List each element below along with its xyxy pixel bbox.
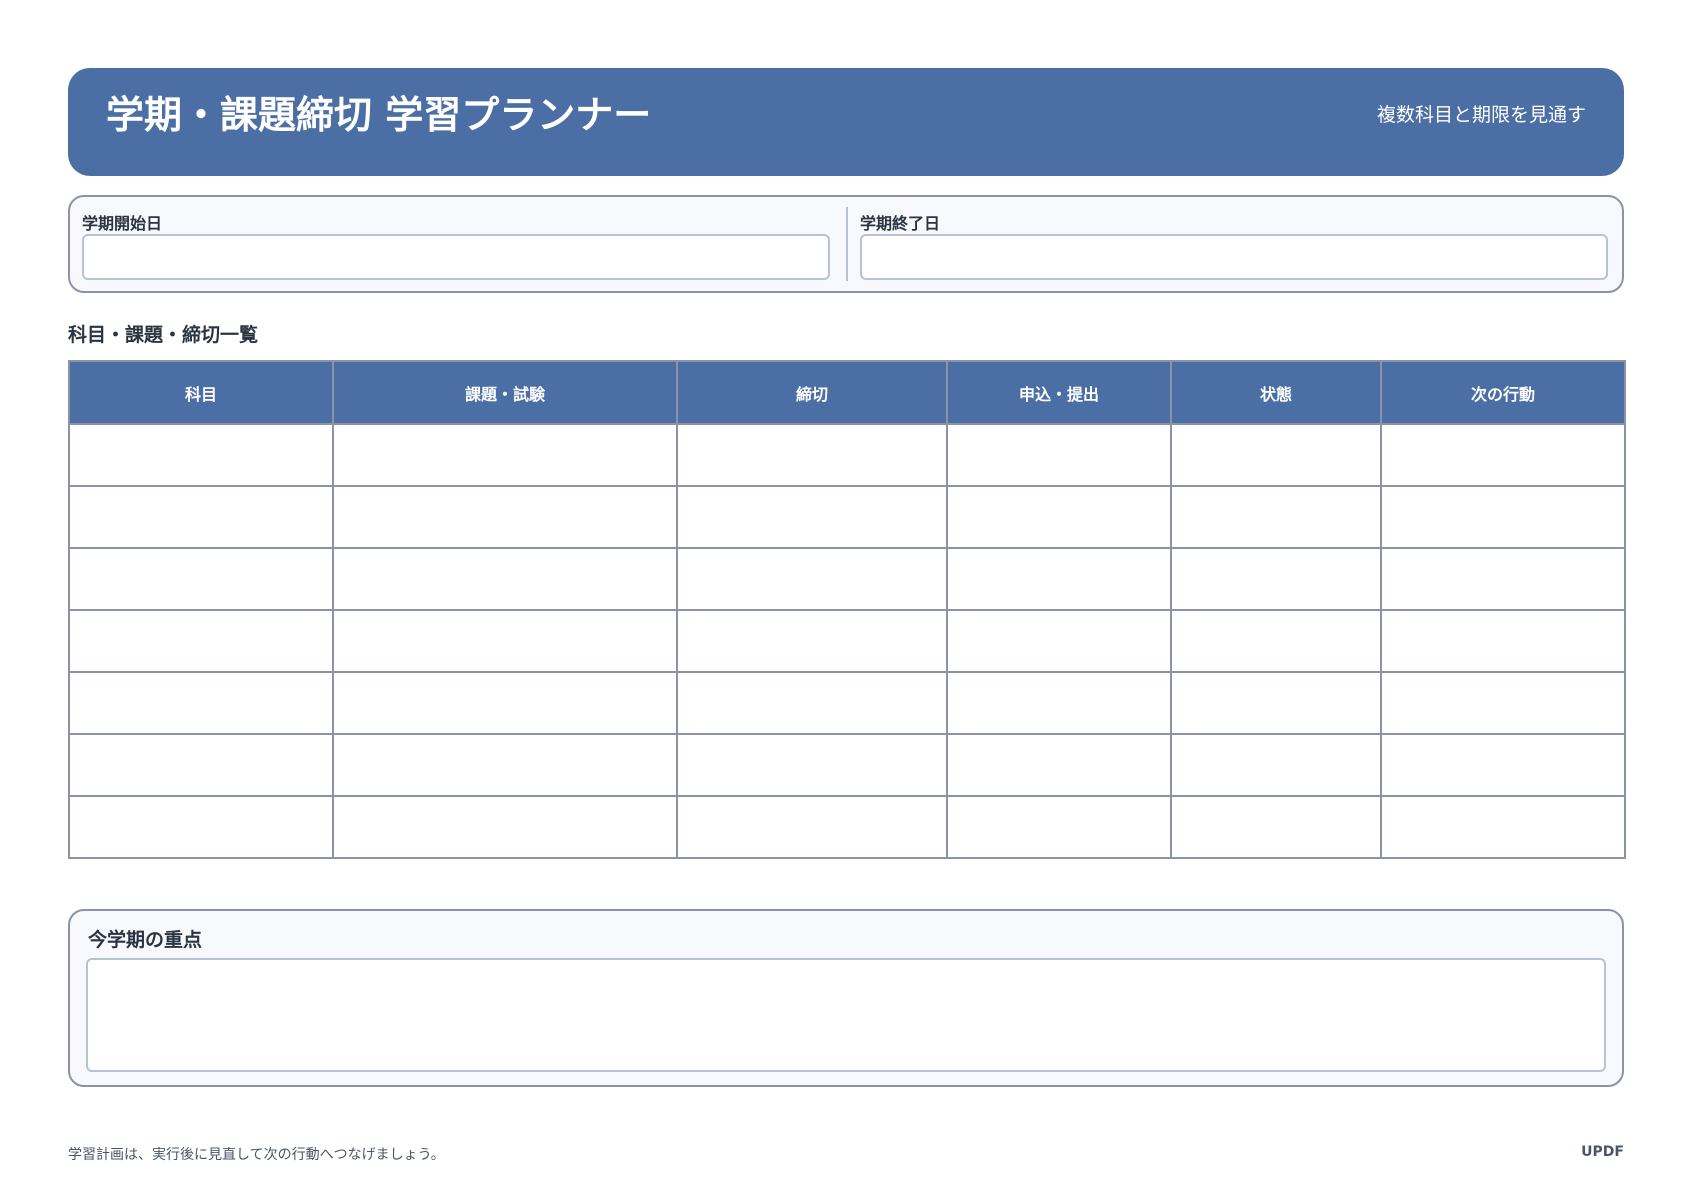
footer-note: 学習計画は、実行後に見直して次の行動へつなげましょう。 bbox=[68, 1147, 445, 1163]
table-cell[interactable] bbox=[332, 609, 678, 673]
column-header-deadline: 締切 bbox=[676, 360, 948, 425]
table-cell[interactable] bbox=[332, 547, 678, 611]
table-cell[interactable] bbox=[1380, 609, 1626, 673]
table-cell[interactable] bbox=[1380, 423, 1626, 487]
table-cell[interactable] bbox=[946, 733, 1172, 797]
term-start-label: 学期開始日 bbox=[82, 214, 163, 233]
table-cell[interactable] bbox=[68, 547, 334, 611]
table-cell[interactable] bbox=[68, 795, 334, 859]
page-subtitle: 複数科目と期限を見通す bbox=[1376, 104, 1586, 126]
table-row bbox=[68, 423, 1626, 487]
term-dates-panel: 学期開始日 学期終了日 bbox=[68, 195, 1624, 293]
date-divider bbox=[846, 207, 848, 281]
term-focus-label: 今学期の重点 bbox=[88, 929, 203, 951]
table-cell[interactable] bbox=[676, 733, 948, 797]
table-cell[interactable] bbox=[946, 795, 1172, 859]
column-header-subject: 科目 bbox=[68, 360, 334, 425]
table-cell[interactable] bbox=[676, 609, 948, 673]
footer-brand: UPDF bbox=[1581, 1144, 1624, 1160]
table-cell[interactable] bbox=[946, 609, 1172, 673]
table-cell[interactable] bbox=[1380, 671, 1626, 735]
column-header-status: 状態 bbox=[1170, 360, 1382, 425]
task-section-title: 科目・課題・締切一覧 bbox=[68, 324, 259, 346]
table-cell[interactable] bbox=[676, 795, 948, 859]
table-cell[interactable] bbox=[676, 423, 948, 487]
column-header-next-action: 次の行動 bbox=[1380, 360, 1626, 425]
table-cell[interactable] bbox=[1170, 609, 1382, 673]
table-cell[interactable] bbox=[1170, 423, 1382, 487]
table-row bbox=[68, 547, 1626, 611]
table-cell[interactable] bbox=[676, 671, 948, 735]
table-cell[interactable] bbox=[68, 671, 334, 735]
table-cell[interactable] bbox=[946, 671, 1172, 735]
table-cell[interactable] bbox=[1170, 547, 1382, 611]
table-cell[interactable] bbox=[1380, 795, 1626, 859]
table-cell[interactable] bbox=[68, 423, 334, 487]
table-cell[interactable] bbox=[676, 547, 948, 611]
page-title: 学期・課題締切 学習プランナー bbox=[106, 93, 652, 137]
table-row bbox=[68, 671, 1626, 735]
table-cell[interactable] bbox=[1380, 733, 1626, 797]
table-cell[interactable] bbox=[1170, 795, 1382, 859]
table-cell[interactable] bbox=[332, 795, 678, 859]
term-end-field: 学期終了日 bbox=[860, 197, 1612, 291]
table-cell[interactable] bbox=[68, 485, 334, 549]
table-cell[interactable] bbox=[332, 671, 678, 735]
table-cell[interactable] bbox=[332, 733, 678, 797]
table-cell[interactable] bbox=[1380, 485, 1626, 549]
term-focus-panel: 今学期の重点 bbox=[68, 909, 1624, 1087]
table-cell[interactable] bbox=[68, 733, 334, 797]
term-start-field: 学期開始日 bbox=[82, 197, 834, 291]
table-cell[interactable] bbox=[68, 609, 334, 673]
table-header-row: 科目 課題・試験 締切 申込・提出 状態 次の行動 bbox=[68, 360, 1626, 425]
table-cell[interactable] bbox=[676, 485, 948, 549]
table-cell[interactable] bbox=[1170, 671, 1382, 735]
table-row bbox=[68, 733, 1626, 797]
table-cell[interactable] bbox=[946, 423, 1172, 487]
table-cell[interactable] bbox=[1170, 485, 1382, 549]
task-table: 科目 課題・試験 締切 申込・提出 状態 次の行動 bbox=[68, 360, 1626, 859]
table-row bbox=[68, 609, 1626, 673]
table-cell[interactable] bbox=[946, 547, 1172, 611]
table-cell[interactable] bbox=[946, 485, 1172, 549]
column-header-submission: 申込・提出 bbox=[946, 360, 1172, 425]
table-row bbox=[68, 795, 1626, 859]
table-cell[interactable] bbox=[332, 485, 678, 549]
table-row bbox=[68, 485, 1626, 549]
term-end-label: 学期終了日 bbox=[860, 214, 941, 233]
term-focus-input[interactable] bbox=[86, 958, 1606, 1072]
term-start-input[interactable] bbox=[82, 234, 830, 280]
column-header-assignment: 課題・試験 bbox=[332, 360, 678, 425]
table-cell[interactable] bbox=[1380, 547, 1626, 611]
table-cell[interactable] bbox=[1170, 733, 1382, 797]
header-banner: 学期・課題締切 学習プランナー 複数科目と期限を見通す bbox=[68, 68, 1624, 176]
term-end-input[interactable] bbox=[860, 234, 1608, 280]
table-cell[interactable] bbox=[332, 423, 678, 487]
